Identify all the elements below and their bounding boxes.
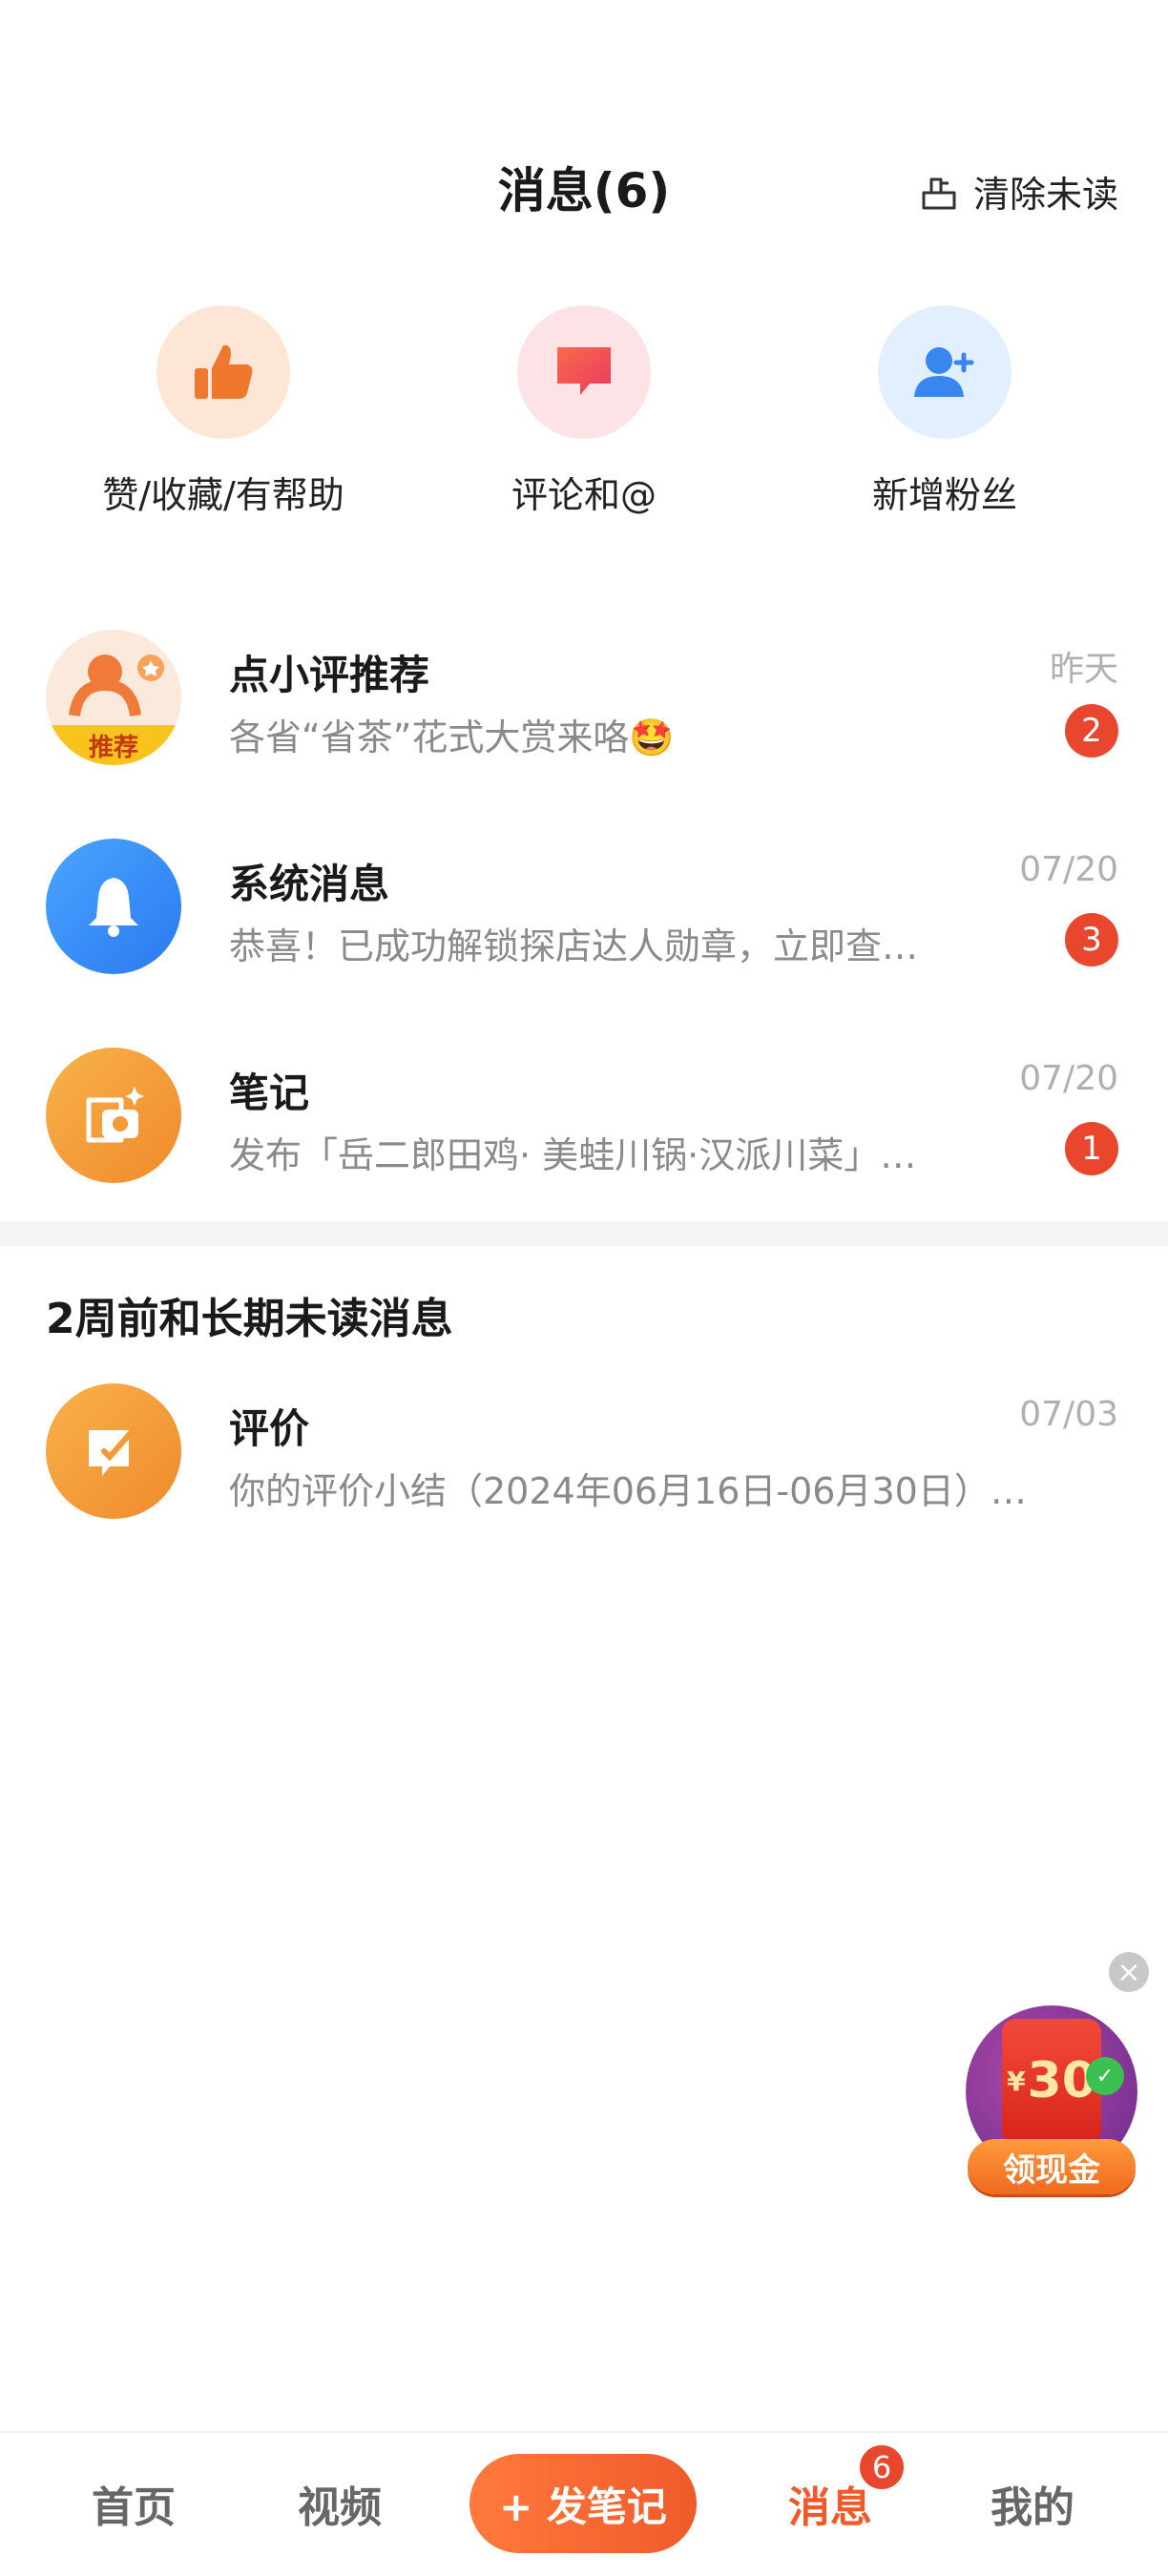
thumbs-up-icon (156, 305, 290, 439)
likes-favorites-label: 赞/收藏/有帮助 (102, 474, 344, 516)
camera-note-icon (86, 1087, 144, 1143)
section-title: 2周前和长期未读消息 (46, 1295, 453, 1343)
section-divider (0, 1221, 1168, 1246)
wechat-icon: ✓ (1086, 2057, 1124, 2095)
post-note-button[interactable]: + 发笔记 (469, 2454, 697, 2553)
tab-video[interactable]: 视频 (263, 2456, 416, 2551)
tab-mine[interactable]: 我的 (956, 2456, 1109, 2551)
likes-favorites-button[interactable]: 赞/收藏/有帮助 (61, 305, 386, 518)
message-preview: 各省“省茶”花式大赏来咯🤩 (229, 717, 675, 758)
message-name: 笔记 (229, 1070, 310, 1116)
comment-icon (517, 305, 651, 439)
system-avatar (46, 839, 181, 974)
message-preview: 恭喜！已成功解锁探店达人勋章，立即查… (229, 925, 919, 967)
message-item-recommend[interactable]: 推荐 点小评推荐 昨天 各省“省茶”花式大赏来咯🤩 2 (0, 620, 1168, 829)
message-list: 推荐 点小评推荐 昨天 各省“省茶”花式大赏来咯🤩 2 系统消息 07/20 恭… (0, 620, 1168, 1247)
message-time: 昨天 (1049, 650, 1118, 689)
message-item-system[interactable]: 系统消息 07/20 恭喜！已成功解锁探店达人勋章，立即查… 3 (0, 829, 1168, 1038)
clear-unread-button[interactable]: 清除未读 (918, 153, 1118, 229)
messages-page: 消息(6) 清除未读 赞/收藏/有帮助 评论和@ 新增粉丝 推荐 点小评推荐 昨… (0, 0, 1168, 2576)
new-followers-button[interactable]: 新增粉丝 (782, 305, 1107, 518)
message-preview: 发布「岳二郎田鸡· 美蛙川锅·汉派川菜」… (229, 1134, 917, 1176)
broom-icon (922, 177, 956, 210)
messages-tab-badge: 6 (857, 2442, 907, 2492)
quick-actions: 赞/收藏/有帮助 评论和@ 新增粉丝 (0, 305, 1168, 525)
cash-red-packet-promo[interactable]: × ¥ 30 ✓ 领现金 (958, 1952, 1149, 2200)
message-name: 点小评推荐 (229, 652, 430, 698)
message-preview: 你的评价小结（2024年06月16日-06月30日）… (229, 1470, 1027, 1512)
tab-home[interactable]: 首页 (57, 2456, 210, 2551)
comments-mentions-button[interactable]: 评论和@ (422, 305, 746, 518)
unread-badge: 2 (1065, 704, 1118, 758)
message-item-reviews[interactable]: 评价 07/03 你的评价小结（2024年06月16日-06月30日）… (0, 1374, 1168, 1583)
reviews-avatar (46, 1383, 181, 1519)
unread-badge: 3 (1065, 913, 1118, 966)
close-icon[interactable]: × (1109, 1952, 1149, 1992)
comments-mentions-label: 评论和@ (511, 474, 657, 516)
header: 消息(6) 清除未读 (0, 153, 1168, 229)
promo-label: 领现金 (968, 2139, 1136, 2194)
message-time: 07/03 (1019, 1395, 1118, 1434)
old-message-list: 评价 07/03 你的评价小结（2024年06月16日-06月30日）… (0, 1374, 1168, 1583)
recommend-avatar-label: 推荐 (88, 733, 138, 762)
unread-badge: 1 (1065, 1122, 1118, 1175)
add-user-icon (878, 305, 1012, 439)
new-followers-label: 新增粉丝 (871, 474, 1017, 516)
notes-avatar (46, 1048, 181, 1183)
recommend-avatar: 推荐 (46, 630, 181, 765)
message-time: 07/20 (1019, 1059, 1118, 1098)
clear-unread-label: 清除未读 (972, 173, 1118, 216)
edit-review-icon (89, 1425, 137, 1476)
promo-currency: ¥ (1007, 2065, 1026, 2097)
message-time: 07/20 (1019, 850, 1118, 889)
bell-icon (89, 878, 138, 937)
message-name: 评价 (229, 1405, 310, 1452)
message-name: 系统消息 (229, 861, 390, 907)
bottom-tab-bar: 首页 视频 + 发笔记 消息 6 我的 (0, 2431, 1168, 2576)
message-item-notes[interactable]: 笔记 07/20 发布「岳二郎田鸡· 美蛙川锅·汉派川菜」… 1 (0, 1038, 1168, 1247)
